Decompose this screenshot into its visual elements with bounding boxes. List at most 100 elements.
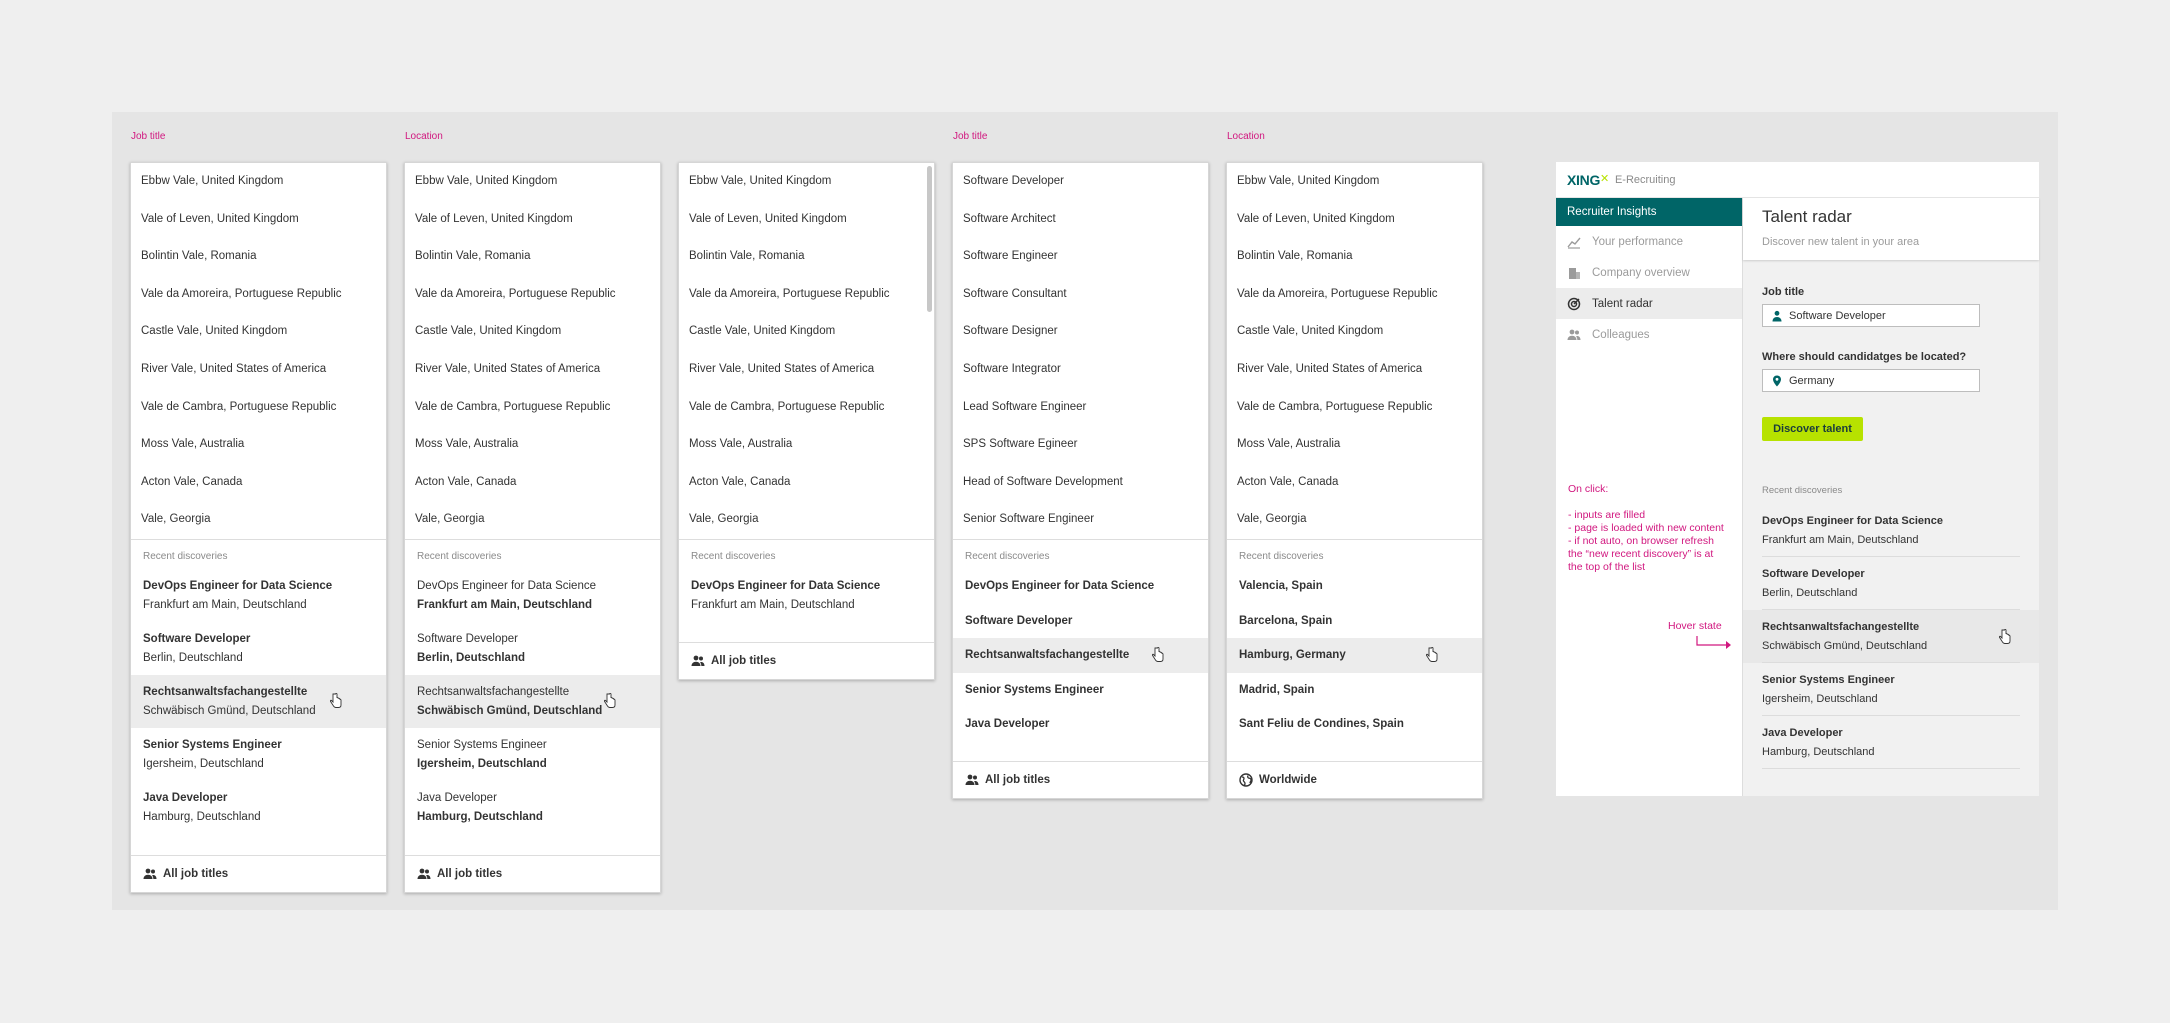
recent-job-item[interactable]: Senior Systems Engineer (953, 673, 1208, 708)
all-job-titles-button[interactable]: All job titles (679, 642, 934, 679)
option[interactable]: Lead Software Engineer (953, 389, 1208, 427)
option[interactable]: Ebbw Vale, United Kingdom (679, 163, 934, 201)
option[interactable]: Castle Vale, United Kingdom (1227, 313, 1482, 351)
option[interactable]: Senior Software Engineer (953, 501, 1208, 539)
worldwide-button[interactable]: Worldwide (1227, 761, 1482, 798)
xing-logo[interactable]: XING✕ (1567, 172, 1609, 188)
option[interactable]: Vale, Georgia (679, 501, 934, 539)
option[interactable]: River Vale, United States of America (1227, 351, 1482, 389)
recent-item[interactable]: DevOps Engineer for Data Science Frankfur… (1743, 504, 2039, 557)
recent-item[interactable]: Software Developer Berlin, Deutschland (1743, 557, 2039, 610)
all-job-titles-button[interactable]: All job titles (405, 855, 660, 892)
recent-item[interactable]: Java Developer Hamburg, Deutschland (1743, 716, 2039, 769)
recent-item[interactable]: Senior Systems Engineer Igersheim, Deutsc… (405, 728, 660, 781)
option[interactable]: Ebbw Vale, United Kingdom (405, 163, 660, 201)
recent-item[interactable]: Software Developer Berlin, Deutschland (131, 622, 386, 675)
option[interactable]: Moss Vale, Australia (405, 426, 660, 464)
recent-item[interactable]: Java Developer Hamburg, Deutschland (405, 781, 660, 834)
option[interactable]: Moss Vale, Australia (679, 426, 934, 464)
option[interactable]: Vale of Leven, United Kingdom (1227, 201, 1482, 239)
option[interactable]: Vale de Cambra, Portuguese Republic (131, 389, 386, 427)
option[interactable]: SPS Software Egineer (953, 426, 1208, 464)
recent-job-item[interactable]: DevOps Engineer for Data Science (953, 569, 1208, 604)
option[interactable]: Vale da Amoreira, Portuguese Republic (1227, 276, 1482, 314)
main-content: Talent radar Discover new talent in your… (1743, 198, 2039, 796)
recent-location-label: Hamburg, Germany (1239, 649, 1346, 662)
option[interactable]: Vale da Amoreira, Portuguese Republic (131, 276, 386, 314)
option[interactable]: Vale da Amoreira, Portuguese Republic (405, 276, 660, 314)
option[interactable]: Bolintin Vale, Romania (405, 238, 660, 276)
recent-item[interactable]: DevOps Engineer for Data Science Frankfur… (131, 569, 386, 622)
location-input[interactable]: Germany (1762, 369, 1980, 392)
all-job-titles-button[interactable]: All job titles (131, 855, 386, 892)
option[interactable]: Ebbw Vale, United Kingdom (131, 163, 386, 201)
option[interactable]: Software Developer (953, 163, 1208, 201)
option[interactable]: Bolintin Vale, Romania (131, 238, 386, 276)
sidebar-item-talent-radar[interactable]: Talent radar (1556, 288, 1742, 319)
option[interactable]: Vale de Cambra, Portuguese Republic (679, 389, 934, 427)
option[interactable]: Software Engineer (953, 238, 1208, 276)
recent-location-item[interactable]: Barcelona, Spain (1227, 604, 1482, 639)
scrollbar[interactable] (927, 166, 932, 312)
location-dropdown: Ebbw Vale, United Kingdom Vale of Leven,… (404, 162, 661, 893)
option[interactable]: Acton Vale, Canada (679, 464, 934, 502)
option[interactable]: Bolintin Vale, Romania (1227, 238, 1482, 276)
option[interactable]: Vale da Amoreira, Portuguese Republic (679, 276, 934, 314)
option[interactable]: River Vale, United States of America (679, 351, 934, 389)
option[interactable]: Acton Vale, Canada (1227, 464, 1482, 502)
recent-item-hover[interactable]: Rechtsanwaltsfachangestellte Schwäbisch G… (405, 674, 660, 728)
sidebar-item-company-overview[interactable]: Company overview (1556, 257, 1742, 288)
option[interactable]: Castle Vale, United Kingdom (131, 313, 386, 351)
option[interactable]: Acton Vale, Canada (405, 464, 660, 502)
recent-item[interactable]: Software Developer Berlin, Deutschland (405, 622, 660, 675)
option[interactable]: Software Architect (953, 201, 1208, 239)
option[interactable]: Ebbw Vale, United Kingdom (1227, 163, 1482, 201)
sidebar-item-colleagues[interactable]: Colleagues (1556, 319, 1742, 350)
option[interactable]: Moss Vale, Australia (1227, 426, 1482, 464)
sidebar-item-your-performance[interactable]: Your performance (1556, 226, 1742, 257)
recent-item-hover[interactable]: Rechtsanwaltsfachangestellte Schwäbisch G… (131, 674, 386, 728)
recent-job-item-hover[interactable]: Rechtsanwaltsfachangestellte (953, 638, 1208, 673)
people-icon (143, 868, 157, 879)
option[interactable]: Software Integrator (953, 351, 1208, 389)
recent-location-item[interactable]: Sant Feliu de Condines, Spain (1227, 707, 1482, 742)
option[interactable]: Vale of Leven, United Kingdom (131, 201, 386, 239)
option[interactable]: Vale, Georgia (405, 501, 660, 539)
talent-radar-page: XING✕ E-Recruiting Recruiter Insights Yo… (1556, 162, 2039, 796)
option[interactable]: Vale de Cambra, Portuguese Republic (405, 389, 660, 427)
discover-talent-button[interactable]: Discover talent (1762, 417, 1863, 441)
option[interactable]: Head of Software Development (953, 464, 1208, 502)
recent-location-item-hover[interactable]: Hamburg, Germany (1227, 638, 1482, 673)
job-title-input[interactable]: Software Developer (1762, 304, 1980, 327)
recent-item-hover[interactable]: Rechtsanwaltsfachangestellte Schwäbisch G… (1743, 610, 2039, 663)
recent-location-item[interactable]: Valencia, Spain (1227, 569, 1482, 604)
option[interactable]: Bolintin Vale, Romania (679, 238, 934, 276)
option[interactable]: Vale de Cambra, Portuguese Republic (1227, 389, 1482, 427)
all-job-titles-button[interactable]: All job titles (953, 761, 1208, 798)
recent-item[interactable]: DevOps Engineer for Data Science Frankfur… (679, 569, 934, 622)
option[interactable]: Moss Vale, Australia (131, 426, 386, 464)
option[interactable]: Software Consultant (953, 276, 1208, 314)
option[interactable]: River Vale, United States of America (405, 351, 660, 389)
recent-item[interactable]: Senior Systems Engineer Igersheim, Deutsc… (131, 728, 386, 781)
recent-item[interactable]: DevOps Engineer for Data Science Frankfur… (405, 569, 660, 622)
option[interactable]: Vale of Leven, United Kingdom (405, 201, 660, 239)
recent-item[interactable]: Java Developer Hamburg, Deutschland (131, 781, 386, 834)
people-icon (965, 774, 979, 785)
option[interactable]: Vale, Georgia (131, 501, 386, 539)
recent-item[interactable]: Senior Systems Engineer Igersheim, Deutsc… (1743, 663, 2039, 716)
recent-job-item[interactable]: Java Developer (953, 707, 1208, 742)
option[interactable]: River Vale, United States of America (131, 351, 386, 389)
option[interactable]: Castle Vale, United Kingdom (405, 313, 660, 351)
option[interactable]: Software Designer (953, 313, 1208, 351)
recent-job-item[interactable]: Software Developer (953, 604, 1208, 639)
option[interactable]: Vale, Georgia (1227, 501, 1482, 539)
recent-location-item[interactable]: Madrid, Spain (1227, 673, 1482, 708)
option[interactable]: Castle Vale, United Kingdom (679, 313, 934, 351)
option[interactable]: Vale of Leven, United Kingdom (679, 201, 934, 239)
location-value: Germany (1789, 374, 1835, 387)
option[interactable]: Acton Vale, Canada (131, 464, 386, 502)
recent-job: DevOps Engineer for Data Science (417, 579, 596, 592)
sidebar-section-recruiter-insights[interactable]: Recruiter Insights (1556, 198, 1742, 226)
note-line: - inputs are filled (1568, 509, 1646, 521)
